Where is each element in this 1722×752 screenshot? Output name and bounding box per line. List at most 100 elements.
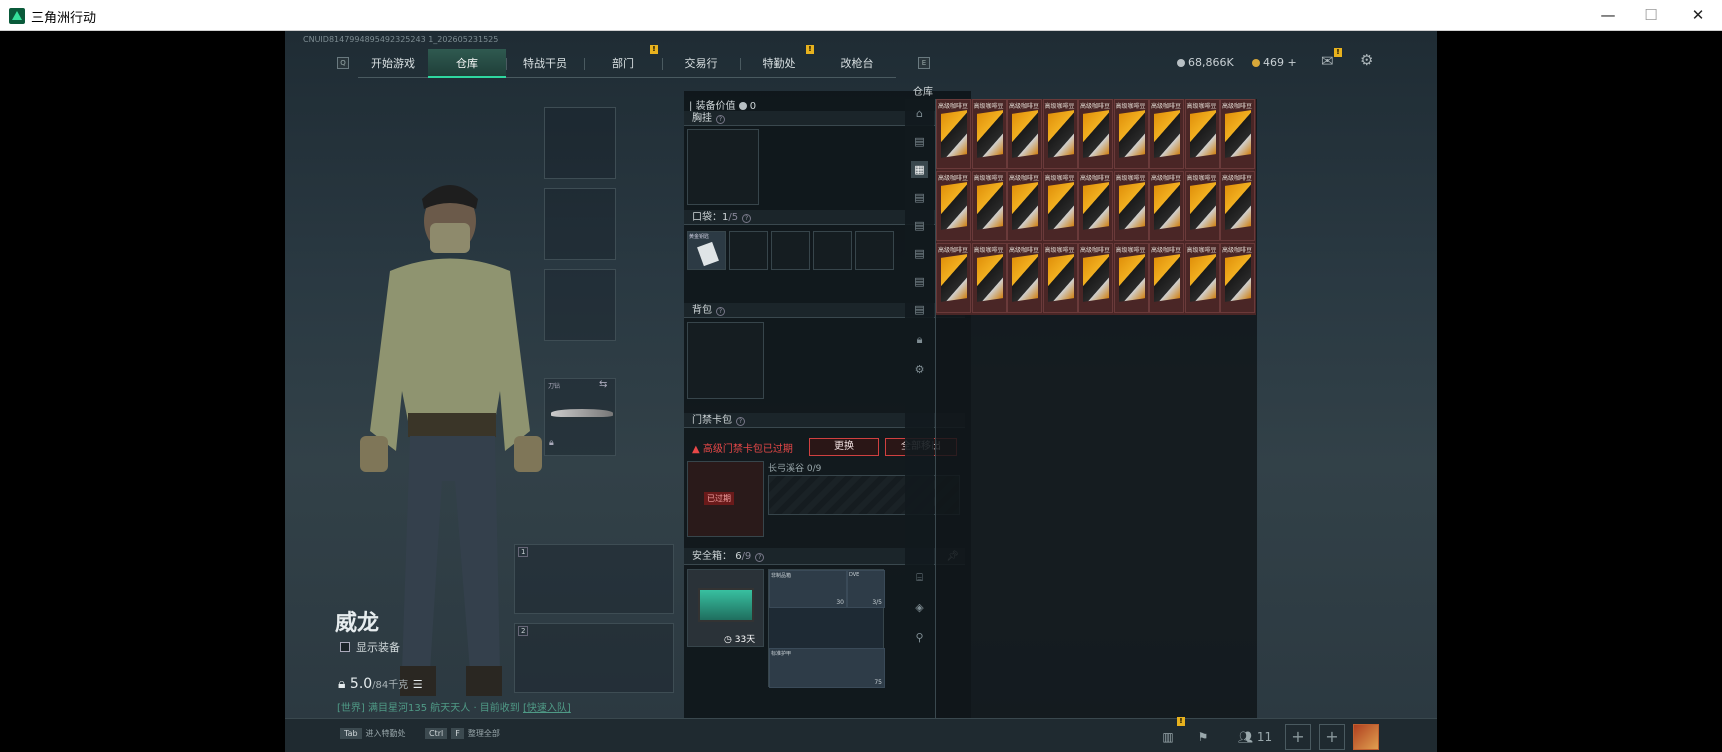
swap-icon[interactable]: ⇆: [599, 379, 607, 390]
storage-lock-icon[interactable]: 🔒︎: [911, 331, 928, 348]
storage-item[interactable]: 高级咖啡豆: [1042, 243, 1078, 313]
storage-item[interactable]: 高级咖啡豆: [1078, 243, 1113, 313]
storage-tab-8-icon[interactable]: ▤: [911, 301, 928, 318]
coffee-bean-icon: [941, 254, 967, 302]
storage-tab-7-icon[interactable]: ▤: [911, 273, 928, 290]
storage-item[interactable]: 高级咖啡豆: [971, 99, 1007, 169]
safe-item-3[interactable]: 标准护甲 75: [769, 648, 885, 688]
storage-tab-6-icon[interactable]: ▤: [911, 245, 928, 262]
minimize-button[interactable]: —: [1585, 0, 1631, 30]
storage-layers-icon[interactable]: ◈: [911, 599, 928, 616]
safe-item-2[interactable]: DVE 3/5: [847, 570, 885, 608]
storage-item[interactable]: 高级咖啡豆: [1220, 99, 1255, 169]
expired-tag: 已过期: [704, 492, 734, 505]
tab-gunsmith[interactable]: 改枪台: [818, 49, 896, 78]
safe-item-1[interactable]: 非制品箱 30: [769, 570, 847, 608]
storage-item-label: 高级咖啡豆: [1186, 103, 1217, 110]
storage-item[interactable]: 高级咖啡豆: [1007, 171, 1042, 241]
stats-icon[interactable]: ▥: [1155, 726, 1181, 748]
pocket-slot-2[interactable]: [729, 231, 768, 270]
pocket-slot-5[interactable]: [855, 231, 894, 270]
storage-tab-4-icon[interactable]: ▤: [911, 189, 928, 206]
safe-box-slot[interactable]: ◷ 33天: [687, 569, 764, 647]
helmet-slot[interactable]: [544, 107, 616, 179]
storage-item[interactable]: 高级咖啡豆: [1042, 171, 1078, 241]
add-teammate-2-button[interactable]: +: [1319, 724, 1345, 750]
silver-currency: 68,866K: [1177, 56, 1234, 69]
show-gear-toggle[interactable]: 显示装备: [340, 639, 400, 655]
friends-button[interactable]: 👥︎ 11: [1235, 726, 1275, 748]
storage-item[interactable]: 高级咖啡豆: [1184, 171, 1220, 241]
storage-item[interactable]: 高级咖啡豆: [1078, 99, 1113, 169]
storage-settings-icon[interactable]: ⚙: [911, 361, 928, 378]
flag-icon[interactable]: ⚑: [1190, 726, 1216, 748]
storage-sort-icon[interactable]: ⌸: [911, 569, 928, 586]
storage-item[interactable]: 高级咖啡豆: [1007, 243, 1042, 313]
storage-tab-5-icon[interactable]: ▤: [911, 217, 928, 234]
storage-item[interactable]: 高级咖啡豆: [1042, 99, 1078, 169]
armor-slot[interactable]: [544, 188, 616, 260]
storage-item[interactable]: 高级咖啡豆: [1220, 171, 1255, 241]
add-teammate-1-button[interactable]: +: [1285, 724, 1311, 750]
pocket-slot-1[interactable]: 黄金钥匙: [687, 231, 726, 270]
storage-item[interactable]: 高级咖啡豆: [936, 99, 971, 169]
primary-weapon-slot[interactable]: 1: [514, 544, 674, 614]
storage-item[interactable]: 高级咖啡豆: [1220, 243, 1255, 313]
storage-tab-3-icon[interactable]: ▦: [911, 161, 928, 178]
operator-name: 威龙: [335, 611, 380, 636]
chest-rig-slot[interactable]: [687, 129, 759, 205]
sort-all-hint[interactable]: Ctrl F 整理全部: [425, 728, 500, 739]
coffee-bean-icon: [941, 110, 967, 158]
storage-item[interactable]: 高级咖啡豆: [1113, 99, 1149, 169]
storage-item-label: 高级咖啡豆: [1009, 247, 1040, 254]
storage-item-label: 高级咖啡豆: [1151, 103, 1182, 110]
equipment-value: | 装备价值 0: [689, 101, 757, 112]
gold-currency[interactable]: 469 +: [1252, 56, 1297, 69]
pocket-slot-4[interactable]: [813, 231, 852, 270]
storage-item[interactable]: 高级咖啡豆: [936, 171, 971, 241]
secondary-weapon-slot[interactable]: 2: [514, 623, 674, 693]
tab-start-game[interactable]: 开始游戏: [358, 49, 428, 78]
storage-sidebar: ⌂ ▤ ▦ ▤ ▤ ▤ ▤ ▤ 🔒︎ ⚙ ⌸ ◈ ⚲: [905, 99, 934, 722]
coffee-bean-icon: [1225, 182, 1251, 230]
coffee-bean-icon: [1189, 182, 1216, 230]
storage-filter-icon[interactable]: ⚲: [911, 629, 928, 646]
tab-trade[interactable]: 交易行: [662, 49, 740, 78]
storage-items: 高级咖啡豆 高级咖啡豆 高级咖啡豆 高级咖啡豆 高级咖啡豆 高级咖啡豆 高级咖啡豆 高级咖啡豆…: [936, 99, 1256, 315]
storage-item[interactable]: 高级咖啡豆: [936, 243, 971, 313]
storage-item[interactable]: 高级咖啡豆: [1007, 99, 1042, 169]
close-button[interactable]: ✕: [1675, 0, 1721, 30]
tab-hint[interactable]: Tab 进入特勤处: [340, 728, 406, 739]
storage-item[interactable]: 高级咖啡豆: [971, 171, 1007, 241]
storage-item[interactable]: 高级咖啡豆: [1184, 243, 1220, 313]
storage-all-icon[interactable]: ⌂: [911, 105, 928, 122]
mail-icon[interactable]: ✉: [1321, 52, 1334, 70]
pocket-slot-3[interactable]: [771, 231, 810, 270]
show-gear-checkbox[interactable]: [340, 642, 350, 652]
player-avatar[interactable]: [1353, 724, 1379, 750]
storage-item[interactable]: 高级咖啡豆: [971, 243, 1007, 313]
storage-item[interactable]: 高级咖啡豆: [1113, 243, 1149, 313]
storage-tab-2-icon[interactable]: ▤: [911, 133, 928, 150]
storage-item[interactable]: 高级咖啡豆: [1149, 243, 1184, 313]
storage-item[interactable]: 高级咖啡豆: [1149, 99, 1184, 169]
backpack-slot[interactable]: [687, 322, 764, 399]
maximize-button[interactable]: ☐: [1628, 0, 1674, 30]
storage-item[interactable]: 高级咖啡豆: [1113, 171, 1149, 241]
storage-item[interactable]: 高级咖啡豆: [1149, 171, 1184, 241]
nav-next-key[interactable]: E: [918, 57, 930, 69]
pistol-slot[interactable]: [544, 269, 616, 341]
settings-gear-icon[interactable]: ⚙: [1360, 51, 1373, 69]
storage-item[interactable]: 高级咖啡豆: [1078, 171, 1113, 241]
tab-warehouse[interactable]: 仓库: [428, 49, 506, 78]
storage-item[interactable]: 高级咖啡豆: [1184, 99, 1220, 169]
department-alert-badge: !: [650, 45, 658, 54]
storage-item-label: 高级咖啡豆: [973, 103, 1004, 110]
melee-slot[interactable]: 刀钻 ⇆ 🔒︎: [544, 378, 616, 456]
nav-prev-key[interactable]: Q: [337, 57, 349, 69]
list-icon[interactable]: ☰: [413, 678, 423, 691]
card-pack-slot[interactable]: 已过期: [687, 461, 764, 537]
replace-button[interactable]: 更换: [809, 438, 879, 456]
tab-operators[interactable]: 特战干员: [506, 49, 584, 78]
quick-join-link[interactable]: [快速入队]: [523, 703, 571, 714]
